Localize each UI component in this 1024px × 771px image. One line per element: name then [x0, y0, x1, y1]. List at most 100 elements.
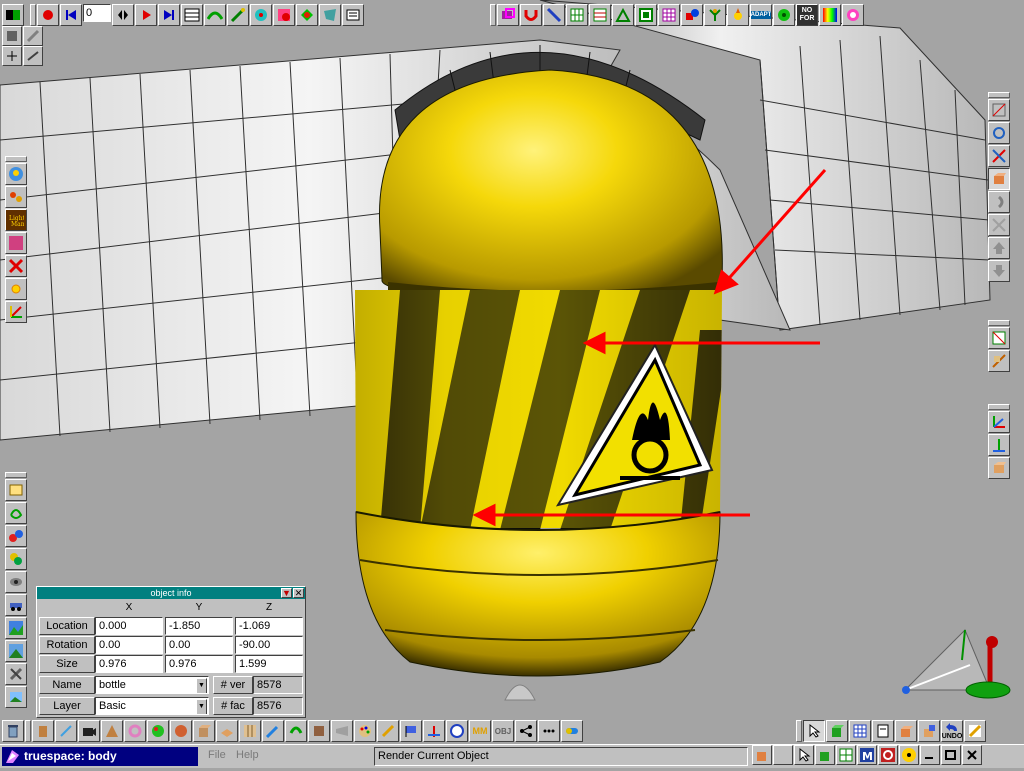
- toolbar-grip[interactable]: [5, 156, 27, 162]
- spotlight-icon[interactable]: [331, 720, 353, 742]
- sun-icon[interactable]: [727, 4, 749, 26]
- axes-icon[interactable]: [988, 411, 1010, 433]
- glue-icon[interactable]: [988, 327, 1010, 349]
- sphere-icon[interactable]: [5, 548, 27, 570]
- close-window-icon[interactable]: [962, 745, 982, 765]
- toolbar-grip[interactable]: [988, 92, 1010, 98]
- terrain-icon[interactable]: [5, 640, 27, 662]
- keyframe-editor-icon[interactable]: [181, 4, 203, 26]
- hierarchy-icon[interactable]: [988, 191, 1010, 213]
- capsule-icon[interactable]: [561, 720, 583, 742]
- size-x-field[interactable]: 0.976: [95, 655, 163, 673]
- eye-icon[interactable]: [5, 571, 27, 593]
- brush-icon[interactable]: [262, 720, 284, 742]
- landscape-icon[interactable]: [5, 617, 27, 639]
- loop-icon[interactable]: [285, 720, 307, 742]
- car-icon[interactable]: [5, 594, 27, 616]
- path-icon[interactable]: [204, 4, 226, 26]
- location-y-field[interactable]: -1.850: [165, 617, 233, 635]
- panel-menu-icon[interactable]: ▼: [281, 588, 292, 598]
- key-icon[interactable]: [112, 4, 134, 26]
- plant-icon[interactable]: [704, 4, 726, 26]
- cube-primitive-icon[interactable]: [193, 720, 215, 742]
- axis-icon[interactable]: [5, 301, 27, 323]
- rotation-x-field[interactable]: 0.00: [95, 636, 163, 654]
- document-icon[interactable]: [872, 720, 894, 742]
- up-arrow-icon[interactable]: [988, 237, 1010, 259]
- toolbar-grip[interactable]: [988, 404, 1010, 410]
- rotation-z-field[interactable]: -90.00: [235, 636, 303, 654]
- deform-icon[interactable]: [319, 4, 341, 26]
- paint-icon[interactable]: [296, 4, 318, 26]
- pointer-icon[interactable]: [803, 720, 825, 742]
- lathe-icon[interactable]: [612, 4, 634, 26]
- green-cube-icon[interactable]: [815, 745, 835, 765]
- play-icon[interactable]: [135, 4, 157, 26]
- move-icon[interactable]: [988, 99, 1010, 121]
- cylinder-icon[interactable]: [32, 720, 54, 742]
- adapt-icon[interactable]: ADAPT: [750, 4, 772, 26]
- norender-icon[interactable]: NO FOR: [796, 4, 818, 26]
- rewind-icon[interactable]: [60, 4, 82, 26]
- align-icon[interactable]: [988, 350, 1010, 372]
- photo-icon[interactable]: [5, 479, 27, 501]
- axis-gizmo-icon[interactable]: [423, 720, 445, 742]
- object-tool-icon[interactable]: [988, 168, 1010, 190]
- torus-icon[interactable]: [124, 720, 146, 742]
- scene-icon[interactable]: [5, 686, 27, 708]
- boolean-icon[interactable]: [497, 4, 519, 26]
- toolbar-grip[interactable]: [490, 4, 496, 26]
- add-point-icon[interactable]: [2, 46, 22, 66]
- blank-icon[interactable]: [773, 745, 793, 765]
- close-icon[interactable]: ✕: [293, 588, 304, 598]
- box-object-icon[interactable]: [895, 720, 917, 742]
- sweep-icon[interactable]: [543, 4, 565, 26]
- tools-icon[interactable]: [5, 663, 27, 685]
- unglue-icon[interactable]: [988, 214, 1010, 236]
- palette-icon[interactable]: [354, 720, 376, 742]
- tile-icon[interactable]: [635, 4, 657, 26]
- flag-icon[interactable]: [400, 720, 422, 742]
- grid-plane-icon[interactable]: [239, 720, 261, 742]
- background-icon[interactable]: [5, 232, 27, 254]
- size-z-field[interactable]: 1.599: [235, 655, 303, 673]
- delete-render-icon[interactable]: [5, 255, 27, 277]
- rotation-y-field[interactable]: 0.00: [165, 636, 233, 654]
- uv-grid-icon[interactable]: [658, 4, 680, 26]
- radiation-icon[interactable]: [899, 745, 919, 765]
- grid-small-icon[interactable]: [836, 745, 856, 765]
- menu-help[interactable]: Help: [236, 749, 259, 761]
- menu-file[interactable]: File: [208, 749, 226, 761]
- plane-icon[interactable]: [216, 720, 238, 742]
- box-small-icon[interactable]: [752, 745, 772, 765]
- sphere-primitive-icon[interactable]: [170, 720, 192, 742]
- toolbar-grip[interactable]: [988, 320, 1010, 326]
- cone-icon[interactable]: [101, 720, 123, 742]
- light-burst-icon[interactable]: [842, 4, 864, 26]
- primitives-icon[interactable]: [5, 525, 27, 547]
- pen-icon[interactable]: [55, 720, 77, 742]
- toolbar-grip[interactable]: [796, 720, 802, 742]
- restore-icon[interactable]: [941, 745, 961, 765]
- light-icon[interactable]: Light Man: [5, 209, 27, 231]
- bounding-box-icon[interactable]: [988, 457, 1010, 479]
- grid-view-icon[interactable]: [849, 720, 871, 742]
- magnet-icon[interactable]: [520, 4, 542, 26]
- line-tool-icon[interactable]: [23, 46, 43, 66]
- render-scene-icon[interactable]: [5, 186, 27, 208]
- camera-icon[interactable]: [78, 720, 100, 742]
- location-z-field[interactable]: -1.069: [235, 617, 303, 635]
- layer-box-icon[interactable]: [918, 720, 940, 742]
- toolbar-grip[interactable]: [30, 4, 36, 26]
- pointer-small-icon[interactable]: [794, 745, 814, 765]
- square-select-icon[interactable]: [2, 26, 22, 46]
- redo-palette-icon[interactable]: [964, 720, 986, 742]
- subdivide-icon[interactable]: [589, 4, 611, 26]
- trash-icon[interactable]: [2, 720, 24, 742]
- material-icon[interactable]: [273, 4, 295, 26]
- grid-icon[interactable]: [566, 4, 588, 26]
- dots-icon[interactable]: [538, 720, 560, 742]
- object-cube-icon[interactable]: [826, 720, 848, 742]
- grip-tool-icon[interactable]: [308, 720, 330, 742]
- no-icon[interactable]: [878, 745, 898, 765]
